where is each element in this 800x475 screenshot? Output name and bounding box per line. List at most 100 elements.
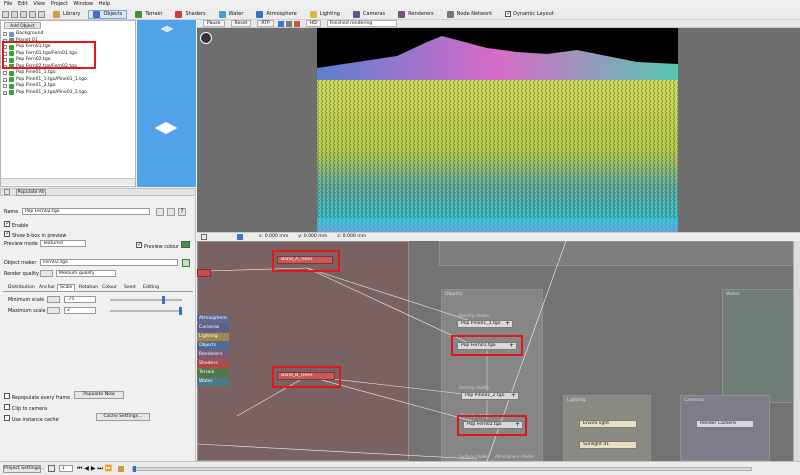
scene-hscrollbar[interactable] — [1, 178, 135, 185]
pause-button[interactable]: Pause — [203, 20, 225, 27]
expand-icon[interactable] — [3, 32, 7, 36]
max-scale-field[interactable]: 2 — [64, 307, 96, 314]
tab-scale[interactable]: Scale — [57, 284, 76, 291]
render-quality-expr-icon[interactable] — [40, 270, 53, 277]
enable-checkbox[interactable] — [4, 220, 10, 227]
tab-rotation[interactable]: Rotation — [76, 284, 101, 291]
camera-select-icon[interactable] — [237, 233, 243, 240]
toolbar-tab-atmosphere[interactable]: Atmosphere — [251, 10, 301, 19]
scene-tree-item[interactable]: Pop Pine01_1.tgo — [3, 70, 56, 76]
toolbar-tab-water[interactable]: Water — [214, 10, 249, 19]
save-project-icon[interactable] — [20, 10, 27, 18]
clip-checkbox[interactable] — [4, 404, 10, 410]
shader-node-partial[interactable] — [197, 269, 211, 277]
expand-icon[interactable] — [3, 84, 7, 88]
preview-colour-checkbox[interactable] — [136, 241, 142, 248]
repopulate-checkbox[interactable] — [4, 393, 10, 399]
redo-icon[interactable] — [38, 10, 45, 18]
link-icon[interactable] — [156, 208, 164, 216]
menu-view[interactable]: View — [33, 0, 45, 9]
help-icon[interactable]: ? — [178, 208, 186, 216]
tab-anchor[interactable]: Anchor — [36, 284, 58, 291]
expand-icon[interactable] — [3, 77, 7, 82]
keyframe-icon[interactable] — [48, 465, 55, 472]
repopulate-row[interactable]: Repopulate every frame — [4, 393, 70, 401]
category-shaders[interactable]: Shaders — [197, 360, 229, 368]
undo-icon[interactable] — [29, 10, 36, 18]
node-network[interactable]: Objects Water Lighting Cameras Band_A_Tr… — [197, 241, 800, 461]
toolbar-tab-library[interactable]: Library — [48, 10, 85, 19]
category-objects[interactable]: Objects — [197, 342, 229, 350]
new-project-icon[interactable] — [2, 10, 9, 18]
expand-icon[interactable] — [3, 90, 7, 95]
menu-file[interactable]: File — [4, 0, 12, 9]
toolbar-tab-lighting[interactable]: Lighting — [305, 10, 345, 19]
category-atmosphere[interactable]: Atmosphere — [197, 315, 229, 323]
add-object-button[interactable]: Add Object — [4, 22, 41, 29]
open-project-icon[interactable] — [11, 10, 18, 18]
expand-icon[interactable] — [201, 233, 207, 240]
min-scale-field[interactable]: .75 — [64, 296, 96, 303]
render-quality-select[interactable]: Medium quality — [56, 270, 116, 277]
gear-icon[interactable] — [167, 208, 175, 216]
max-scale-expr-icon[interactable] — [47, 307, 60, 314]
reset-button[interactable]: Reset — [230, 20, 252, 27]
pine1-expand-icon[interactable]: + — [505, 321, 510, 327]
toolbar-tab-renderers[interactable]: Renderers — [393, 10, 438, 19]
pine1-node[interactable]: Pop Pine01_1.tgo + — [457, 320, 513, 328]
category-lighting[interactable]: Lighting — [197, 333, 229, 341]
enable-row[interactable]: Enable — [4, 220, 28, 229]
tab-distribution[interactable]: Distribution — [5, 284, 38, 291]
sunlight-node[interactable]: Sunlight 01 — [579, 441, 637, 449]
dynamic-layout-toggle[interactable]: Dynamic Layout — [500, 10, 559, 19]
toolbar-tab-objects[interactable]: Objects — [88, 9, 128, 19]
populate-all-button[interactable]: Populate All — [16, 188, 46, 196]
toolbar-tab-node-network[interactable]: Node Network — [442, 10, 498, 19]
category-terrain[interactable]: Terrain — [197, 369, 229, 377]
preview-colour-row[interactable]: Preview colour — [136, 241, 179, 250]
populate-now-button[interactable]: Populate Now — [74, 391, 124, 399]
lock-icon[interactable] — [285, 20, 292, 27]
name-field[interactable]: Pop Fern02.tgo — [22, 208, 150, 215]
object-maker-add-icon[interactable] — [182, 259, 190, 267]
menu-window[interactable]: Window — [73, 0, 93, 9]
pine2-node[interactable]: Pop Pine01_2.tgo + — [461, 392, 519, 400]
tab-seed[interactable]: Seed — [121, 284, 138, 291]
compass-icon[interactable] — [200, 32, 212, 44]
min-scale-expr-icon[interactable] — [47, 296, 60, 303]
preview-mode-select[interactable]: Textured — [40, 240, 86, 247]
timeline-knob[interactable] — [133, 465, 137, 472]
category-cameras[interactable]: Cameras — [197, 324, 229, 332]
toolbar-tab-terrain[interactable]: Terrain — [130, 10, 167, 19]
rtp-button[interactable]: RTP — [257, 20, 274, 27]
instance-cache-checkbox[interactable] — [4, 415, 10, 421]
render-camera-node[interactable]: Render Camera — [696, 420, 754, 428]
scene-tree-item[interactable]: Pop Pine01_2.tgo/Pine01_2.tgo — [3, 90, 87, 96]
category-water[interactable]: Water — [197, 378, 229, 386]
category-renderers[interactable]: Renderers — [197, 351, 229, 359]
playback-controls[interactable]: ⏮ ◀ ▶ ⏭ ⏩ — [77, 465, 112, 473]
cache-settings-button[interactable]: Cache Settings... — [96, 413, 150, 421]
tab-editing[interactable]: Editing — [140, 284, 162, 291]
bbox-row[interactable]: Show b-box in preview — [4, 230, 66, 239]
instance-cache-row[interactable]: Use instance cache — [4, 415, 59, 423]
timeline-icon[interactable] — [118, 465, 125, 472]
light-icon[interactable] — [293, 20, 300, 27]
scene-tree-item[interactable]: Background — [3, 31, 43, 37]
hd-button[interactable]: HD — [305, 20, 321, 27]
toolbar-tab-shaders[interactable]: Shaders — [170, 10, 210, 19]
max-scale-slider-knob[interactable] — [179, 307, 182, 315]
view-icon[interactable] — [277, 20, 284, 27]
bbox-checkbox[interactable] — [4, 230, 10, 237]
timeline-slider[interactable] — [132, 465, 753, 472]
max-scale-slider[interactable] — [110, 307, 182, 315]
dynamic-layout-checkbox[interactable] — [505, 10, 511, 17]
scene-tree-item[interactable]: Pop Pine01_1.tgo/Pine01_1.tgo — [3, 77, 87, 83]
scene-tree-item[interactable]: Pop Pine01_2.tgo — [3, 83, 56, 89]
enviro-light-node[interactable]: Enviro light — [579, 420, 637, 428]
network-vscrollbar[interactable] — [793, 241, 800, 461]
toolbar-tab-cameras[interactable]: Cameras — [348, 10, 390, 19]
menu-project[interactable]: Project — [51, 0, 68, 9]
clip-row[interactable]: Clip to camera — [4, 404, 47, 412]
menu-edit[interactable]: Edit — [18, 0, 28, 9]
